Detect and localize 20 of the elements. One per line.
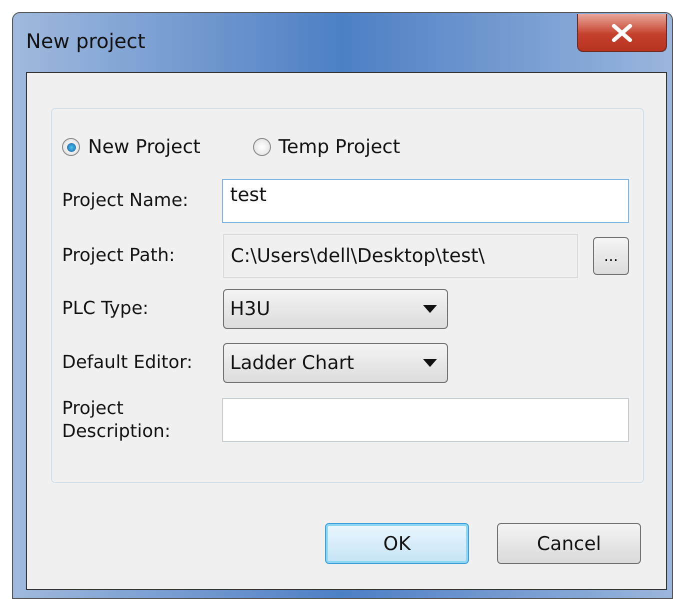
- text-field[interactable]: [222, 398, 629, 442]
- ok-button[interactable]: OK: [325, 523, 469, 564]
- path-field[interactable]: C:\Users\dell\Desktop\test\: [222, 234, 578, 278]
- caret-icon: [423, 359, 437, 367]
- dropdown[interactable]: H3U: [223, 289, 448, 329]
- radio-button[interactable]: Temp Project: [252, 136, 400, 158]
- close-button[interactable]: [577, 14, 667, 52]
- close-icon: [611, 24, 633, 42]
- text-field[interactable]: test: [222, 179, 629, 223]
- window-title: New project: [26, 29, 146, 53]
- field-label: PLC Type:: [62, 297, 150, 321]
- field-label: Project Name:: [62, 189, 190, 213]
- field-label: Project Path:: [62, 244, 176, 268]
- field-label: Project Description:: [62, 396, 172, 444]
- browse-button[interactable]: ...: [593, 237, 629, 275]
- caret-icon: [423, 305, 437, 313]
- dropdown[interactable]: Ladder Chart: [223, 343, 448, 383]
- cancel-button[interactable]: Cancel: [497, 523, 641, 564]
- radio-button[interactable]: New Project: [62, 136, 200, 158]
- field-label: Default Editor:: [62, 351, 194, 375]
